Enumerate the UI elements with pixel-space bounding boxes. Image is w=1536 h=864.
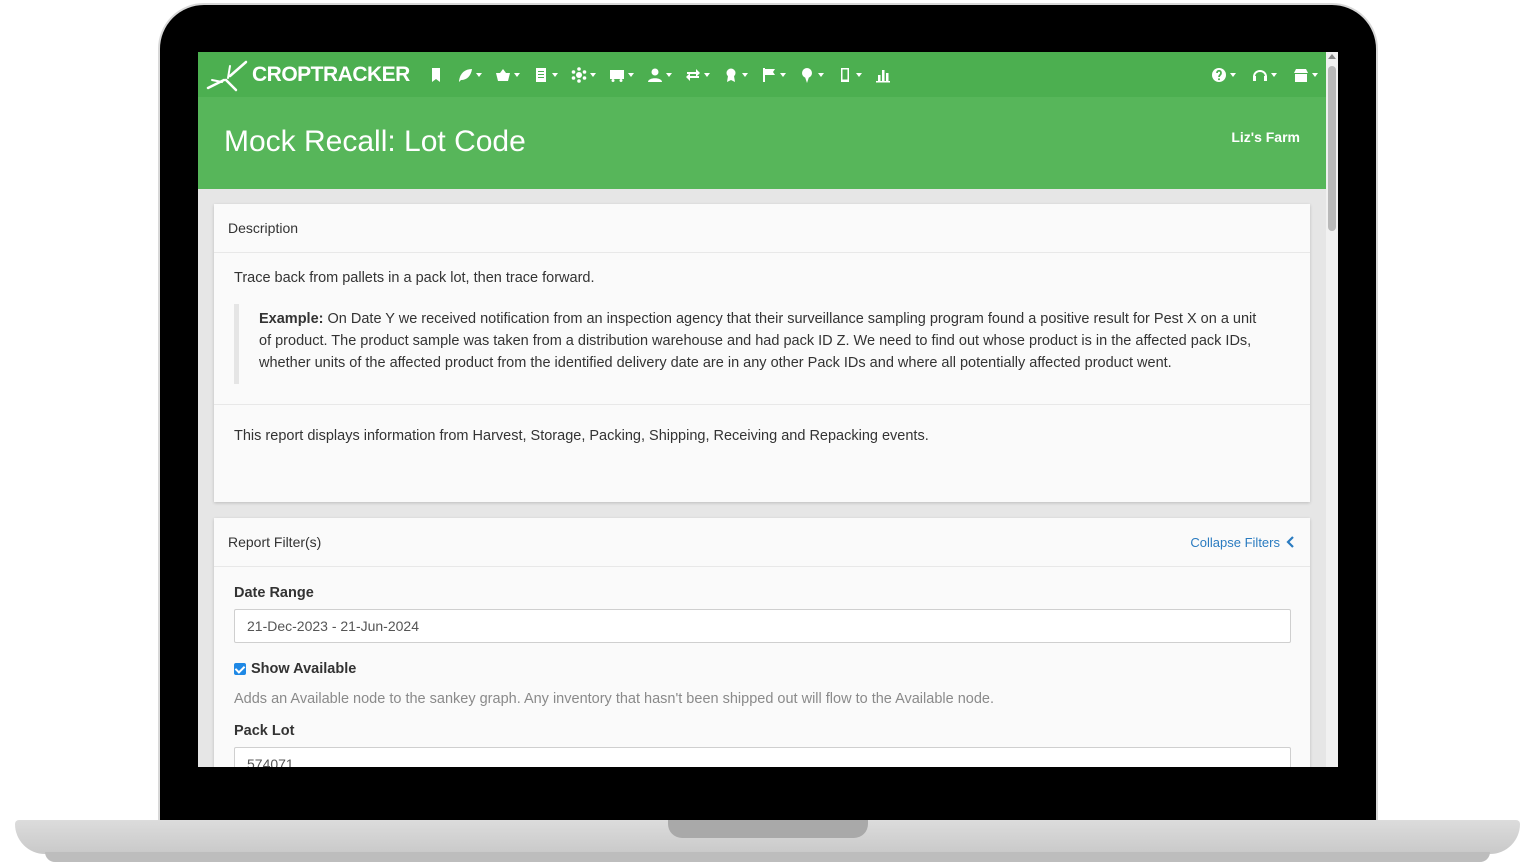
chevron-down-icon [855,72,862,77]
chevron-down-icon [741,72,748,77]
farm-name[interactable]: Liz's Farm [1231,129,1300,145]
events-note: This report displays information from Ha… [234,428,929,444]
nav-reports[interactable] [875,67,891,83]
chevron-left-icon [1286,536,1294,548]
description-heading-label: Description [228,220,299,236]
chevron-down-icon [589,72,596,77]
bar-chart-icon [875,69,890,82]
nav-bookmarks[interactable] [428,67,444,83]
description-panel: Description Trace back from pallets in a… [214,204,1310,502]
report-filters-panel: Report Filter(s) Collapse Filters Date R… [214,518,1310,767]
nav-store[interactable] [1293,67,1318,83]
chevron-down-icon [1230,72,1236,77]
nav-shipping[interactable] [609,67,634,83]
nav-locations[interactable] [799,67,824,83]
show-available-row: Show Available [234,661,1290,677]
pack-lot-input[interactable]: 574071 [234,747,1291,767]
nav-harvest[interactable] [495,67,520,83]
page-header: Mock Recall: Lot Code Liz's Farm [198,97,1326,189]
date-range-label: Date Range [234,585,314,601]
page-title: Mock Recall: Lot Code [224,125,526,158]
nav-people[interactable] [647,67,672,83]
date-range-value: 21-Dec-2023 - 21-Jun-2024 [247,618,419,634]
nav-transfers[interactable] [685,67,710,83]
show-available-checkbox[interactable] [234,663,246,675]
transfer-icon [685,68,700,81]
nav-right [1195,52,1318,97]
pack-lot-label: Pack Lot [234,723,295,739]
description-body: Trace back from pallets in a pack lot, t… [214,270,1310,444]
chevron-down-icon [475,72,482,77]
description-intro: Trace back from pallets in a pack lot, t… [234,270,595,286]
nav-help[interactable] [1211,67,1236,83]
nav-menu [428,66,904,83]
nav-mobile[interactable] [837,67,862,83]
divider [214,404,1310,405]
chevron-down-icon [1271,72,1277,77]
bookmark-icon [431,67,440,82]
nav-quality[interactable] [723,67,748,83]
ledger-icon [535,67,546,82]
chevron-down-icon [817,72,824,77]
nav-flags[interactable] [761,67,786,83]
croptracker-logo-icon [206,60,248,91]
show-available-label[interactable]: Show Available [251,661,356,677]
map-pin-icon [801,67,812,83]
chevron-down-icon [779,72,786,77]
flag-icon [762,67,775,82]
laptop-base-lip [45,852,1490,862]
scroll-thumb[interactable] [1328,66,1336,231]
vertical-scrollbar[interactable] [1326,52,1338,767]
example-blockquote: Example: On Date Y we received notificat… [234,304,1290,384]
show-available-help: Adds an Available node to the sankey gra… [234,691,994,707]
nav-storage[interactable] [571,66,596,83]
chevron-down-icon [703,72,710,77]
collapse-filters-link[interactable]: Collapse Filters [1190,535,1296,550]
snowflake-icon [571,66,587,83]
description-heading: Description [214,204,1310,253]
headset-icon [1253,69,1267,81]
user-icon [647,68,662,82]
mobile-icon [840,67,849,82]
brand[interactable]: CROPTRACKER [206,58,410,92]
award-icon [726,68,736,82]
help-icon [1212,67,1226,82]
nav-support[interactable] [1252,67,1277,83]
chevron-down-icon [665,72,672,77]
chevron-down-icon [1312,72,1318,77]
top-navbar: CROPTRACKER [198,52,1326,97]
example-label: Example: [259,311,324,327]
scroll-up-arrow-icon[interactable] [1328,54,1336,59]
truck-icon [609,69,624,82]
pack-lot-value: 574071 [247,756,294,767]
filters-body: Date Range 21-Dec-2023 - 21-Jun-2024 Sho… [214,585,1310,767]
date-range-input[interactable]: 21-Dec-2023 - 21-Jun-2024 [234,609,1291,643]
nav-crops[interactable] [457,67,482,83]
filters-heading: Report Filter(s) Collapse Filters [214,518,1310,567]
brand-name: CROPTRACKER [252,62,410,86]
screen: CROPTRACKER Mock Recall: Lot Code Liz's … [198,52,1338,767]
leaf-icon [458,68,472,82]
chevron-down-icon [627,72,634,77]
chevron-down-icon [551,72,558,77]
chevron-down-icon [513,72,520,77]
laptop-notch [668,820,868,838]
collapse-filters-label: Collapse Filters [1190,534,1280,550]
basket-icon [495,68,510,81]
store-icon [1294,68,1308,82]
example-text: On Date Y we received notification from … [259,311,1257,371]
filters-heading-label: Report Filter(s) [228,534,322,550]
nav-records[interactable] [533,67,558,83]
